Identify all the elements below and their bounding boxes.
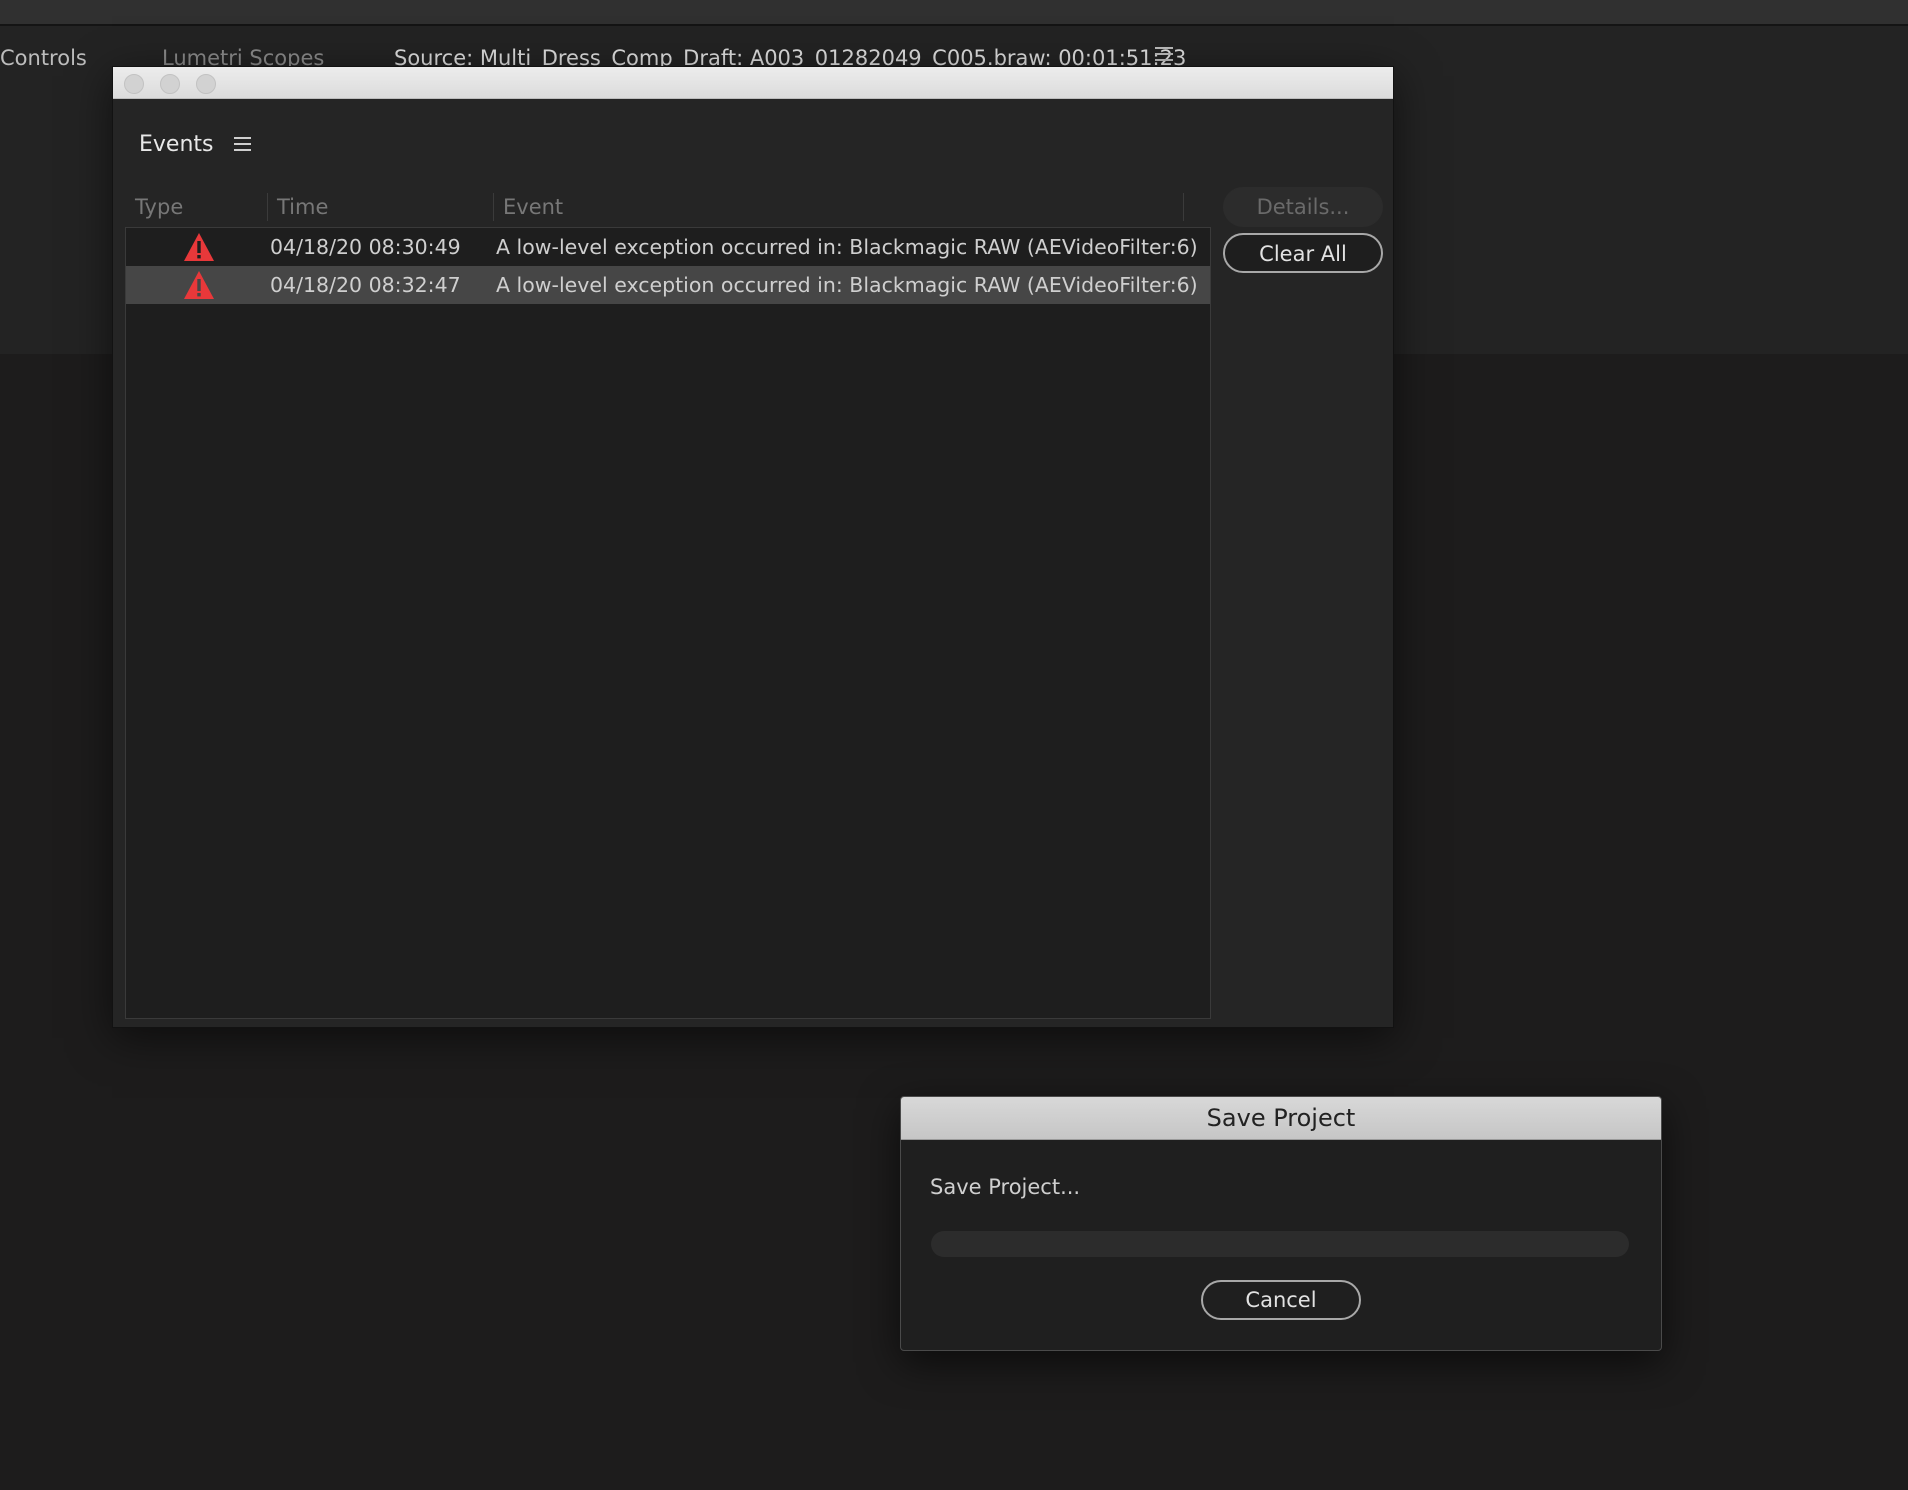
- events-table-body[interactable]: 04/18/20 08:30:49 A low-level exception …: [125, 227, 1211, 1019]
- events-menu-icon[interactable]: [233, 137, 251, 151]
- column-header-type[interactable]: Type: [135, 187, 183, 227]
- events-window-titlebar[interactable]: [113, 67, 1393, 99]
- events-window: Events Type Time Event 04/18/20 08:30:49…: [112, 66, 1394, 1028]
- column-header-event[interactable]: Event: [492, 187, 563, 227]
- minimize-window-button[interactable]: [160, 74, 180, 94]
- save-dialog-title: Save Project: [901, 1097, 1661, 1140]
- zoom-window-button[interactable]: [196, 74, 216, 94]
- table-row[interactable]: 04/18/20 08:30:49 A low-level exception …: [126, 228, 1210, 266]
- save-progress-bar: [931, 1231, 1629, 1257]
- event-time: 04/18/20 08:30:49: [270, 235, 461, 259]
- panel-menu-icon[interactable]: [1155, 47, 1173, 61]
- save-dialog-message: Save Project...: [930, 1175, 1081, 1199]
- clear-all-button[interactable]: Clear All: [1223, 233, 1383, 273]
- cancel-button[interactable]: Cancel: [1201, 1280, 1361, 1320]
- events-table: Type Time Event 04/18/20 08:30:49 A low-…: [125, 187, 1211, 1019]
- warning-icon: [182, 228, 216, 266]
- events-title: Events: [139, 131, 214, 157]
- close-window-button[interactable]: [124, 74, 144, 94]
- events-header: Events: [139, 129, 251, 159]
- event-description: A low-level exception occurred in: Black…: [496, 273, 1198, 297]
- save-project-dialog: Save Project Save Project... Cancel: [900, 1096, 1662, 1351]
- app-top-bar: [0, 0, 1908, 26]
- warning-icon: [182, 266, 216, 304]
- events-table-header: Type Time Event: [125, 187, 1211, 227]
- event-description: A low-level exception occurred in: Black…: [496, 235, 1198, 259]
- column-header-time[interactable]: Time: [266, 187, 328, 227]
- event-time: 04/18/20 08:32:47: [270, 273, 461, 297]
- details-button[interactable]: Details...: [1223, 187, 1383, 227]
- table-row[interactable]: 04/18/20 08:32:47 A low-level exception …: [126, 266, 1210, 304]
- tab-effect-controls[interactable]: Controls: [0, 46, 87, 70]
